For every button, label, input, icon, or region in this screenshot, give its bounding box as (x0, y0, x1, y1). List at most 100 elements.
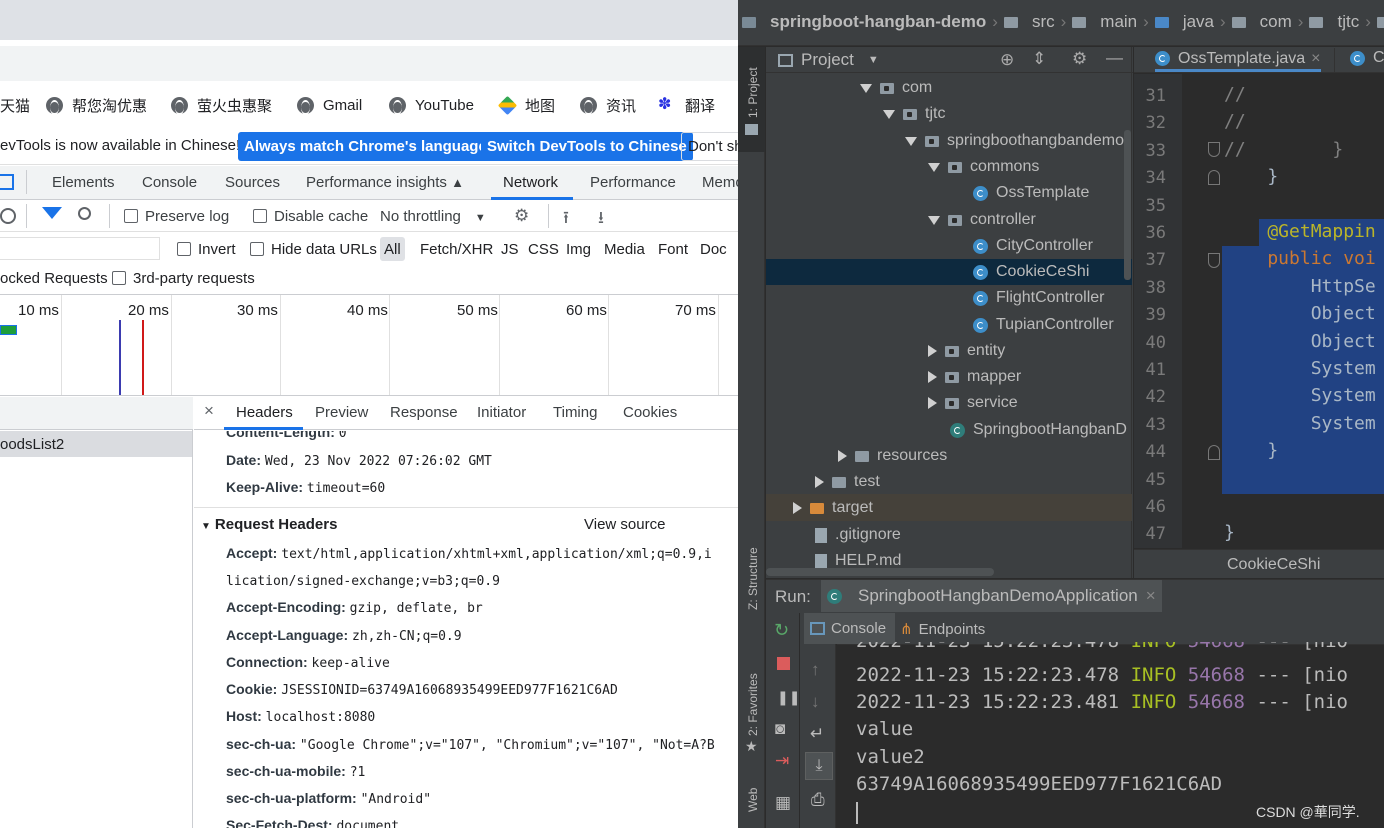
filter-input[interactable] (0, 237, 160, 260)
hide-data-urls-checkbox[interactable]: Hide data URLs (250, 241, 377, 258)
tab-network[interactable]: Network (503, 174, 558, 191)
tree-item-selected[interactable]: CookieCeShi (973, 263, 1089, 281)
crumb[interactable]: java (1183, 12, 1214, 32)
web-side-label[interactable]: Web (746, 788, 760, 812)
tab-memory[interactable]: Memo (702, 174, 738, 191)
crumb[interactable]: main (1100, 12, 1137, 32)
tree-item[interactable]: tjtc (883, 105, 945, 123)
filter-doc[interactable]: Doc (700, 241, 727, 258)
tree-item[interactable]: FlightController (973, 289, 1104, 307)
import-har-icon[interactable]: ⭱ (563, 205, 569, 234)
export-har-icon[interactable]: ⭳ (598, 205, 604, 234)
tree-item[interactable]: commons (928, 158, 1039, 176)
locate-icon[interactable]: ⊕ (1000, 50, 1014, 70)
tree-item[interactable]: mapper (928, 368, 1021, 386)
structure-side-label[interactable]: Z: Structure (746, 547, 760, 610)
tree-item[interactable]: controller (928, 211, 1036, 229)
request-headers-section[interactable]: ▼ Request Headers (201, 516, 337, 533)
tree-item[interactable]: CityController (973, 237, 1093, 255)
bookmark-firefly[interactable]: 萤火虫惠聚 (171, 94, 272, 116)
bookmark-tmall[interactable]: 天猫 (0, 94, 30, 116)
detail-tab-cookies[interactable]: Cookies (623, 404, 677, 421)
fold-marker-icon[interactable] (1208, 445, 1220, 460)
view-source-button[interactable]: View source (584, 516, 665, 533)
camera-icon[interactable]: ◙ (775, 719, 785, 739)
crumb[interactable]: src (1032, 12, 1055, 32)
scroll-to-end-icon[interactable]: ⤓ (805, 752, 833, 780)
filter-icon[interactable] (42, 207, 62, 219)
crumb[interactable]: com (1260, 12, 1292, 32)
network-conditions-icon[interactable]: ⚙ (514, 206, 529, 226)
console-tab[interactable]: Console (810, 620, 886, 637)
bookmark-youtube[interactable]: YouTube (389, 94, 474, 116)
dont-show-button[interactable]: Don't sh (681, 132, 738, 161)
rerun-icon[interactable]: ↻ (774, 620, 789, 641)
collapse-icon[interactable]: ⇕ (1032, 49, 1046, 69)
fold-marker-icon[interactable] (1208, 142, 1220, 157)
tab-performance[interactable]: Performance (590, 174, 676, 191)
crumb[interactable]: springboot-hangban-demo (770, 12, 986, 32)
filter-all[interactable]: All (380, 237, 405, 261)
disable-cache-checkbox[interactable]: Disable cache (253, 208, 368, 225)
detail-tab-initiator[interactable]: Initiator (477, 404, 526, 421)
horizontal-scrollbar[interactable] (766, 568, 994, 576)
address-bar[interactable] (0, 46, 738, 81)
favorites-side-label[interactable]: 2: Favorites (746, 673, 760, 736)
detail-tab-timing[interactable]: Timing (553, 404, 597, 421)
stop-icon[interactable] (777, 657, 790, 670)
blocked-requests-checkbox[interactable]: ocked Requests (0, 270, 108, 287)
tree-item[interactable]: entity (928, 342, 1005, 360)
project-view-select[interactable]: Project ▼ (778, 50, 879, 70)
tab-console[interactable]: Console (142, 174, 197, 191)
fold-marker-icon[interactable] (1208, 170, 1220, 185)
gear-icon[interactable]: ⚙ (1072, 49, 1087, 69)
clear-icon[interactable] (0, 208, 16, 224)
tree-item[interactable]: com (860, 79, 932, 97)
device-toolbar-icon[interactable] (0, 174, 14, 190)
invert-checkbox[interactable]: Invert (177, 241, 236, 258)
filter-css[interactable]: CSS (528, 241, 559, 258)
bookmark-maps[interactable]: 地图 (497, 94, 555, 116)
bookmark-translate[interactable]: ✽ 翻译 (658, 94, 715, 116)
endpoints-tab[interactable]: ⋔ Endpoints (900, 620, 985, 639)
tree-item[interactable]: SpringbootHangbanD (950, 421, 1127, 439)
run-config-tab[interactable]: SpringbootHangbanDemoApplication × (821, 580, 1162, 612)
tree-item[interactable]: service (928, 394, 1018, 412)
throttling-select[interactable]: No throttling ▼ (380, 208, 486, 225)
close-icon[interactable]: × (1146, 586, 1156, 606)
tree-item[interactable]: springboothangbandemo (905, 132, 1124, 150)
tree-item[interactable]: resources (838, 447, 947, 465)
soft-wrap-icon[interactable]: ↵ (810, 724, 824, 744)
third-party-checkbox[interactable]: 3rd-party requests (112, 270, 255, 287)
tree-item[interactable]: .gitignore (815, 526, 901, 544)
tab-elements[interactable]: Elements (52, 174, 115, 191)
crumb[interactable]: tjtc (1337, 12, 1359, 32)
bookmark-taobao[interactable]: 帮您淘优惠 (46, 94, 147, 116)
down-arrow-icon[interactable]: ↓ (811, 692, 820, 712)
bookmark-gmail[interactable]: Gmail (297, 94, 362, 116)
detail-tab-response[interactable]: Response (390, 404, 458, 421)
pause-icon[interactable]: ❚❚ (777, 689, 800, 706)
filter-fetch-xhr[interactable]: Fetch/XHR (420, 241, 493, 258)
switch-devtools-chinese-button[interactable]: Switch DevTools to Chinese (481, 132, 693, 161)
editor-tab-next[interactable]: C (1350, 49, 1384, 67)
print-icon[interactable]: ⎙ (811, 790, 825, 810)
detail-tab-preview[interactable]: Preview (315, 404, 368, 421)
match-language-button[interactable]: Always match Chrome's language (238, 132, 493, 161)
bookmark-news[interactable]: 资讯 (580, 94, 636, 116)
tree-item[interactable]: target (793, 499, 873, 517)
close-icon[interactable]: × (1311, 50, 1320, 68)
vertical-scrollbar[interactable] (1124, 130, 1131, 280)
filter-font[interactable]: Font (658, 241, 688, 258)
tree-item[interactable]: OssTemplate (973, 184, 1089, 202)
tab-sources[interactable]: Sources (225, 174, 280, 191)
preserve-log-checkbox[interactable]: Preserve log (124, 208, 229, 225)
editor-tab-osstemplate[interactable]: OssTemplate.java × (1155, 48, 1321, 72)
hide-icon[interactable]: — (1106, 48, 1123, 68)
layout-icon[interactable]: ▦ (775, 793, 791, 813)
close-icon[interactable]: × (204, 401, 214, 421)
filter-img[interactable]: Img (566, 241, 591, 258)
tree-item[interactable]: TupianController (973, 316, 1114, 334)
tab-performance-insights[interactable]: Performance insights ▲ (306, 174, 464, 191)
fold-marker-icon[interactable] (1208, 253, 1220, 268)
